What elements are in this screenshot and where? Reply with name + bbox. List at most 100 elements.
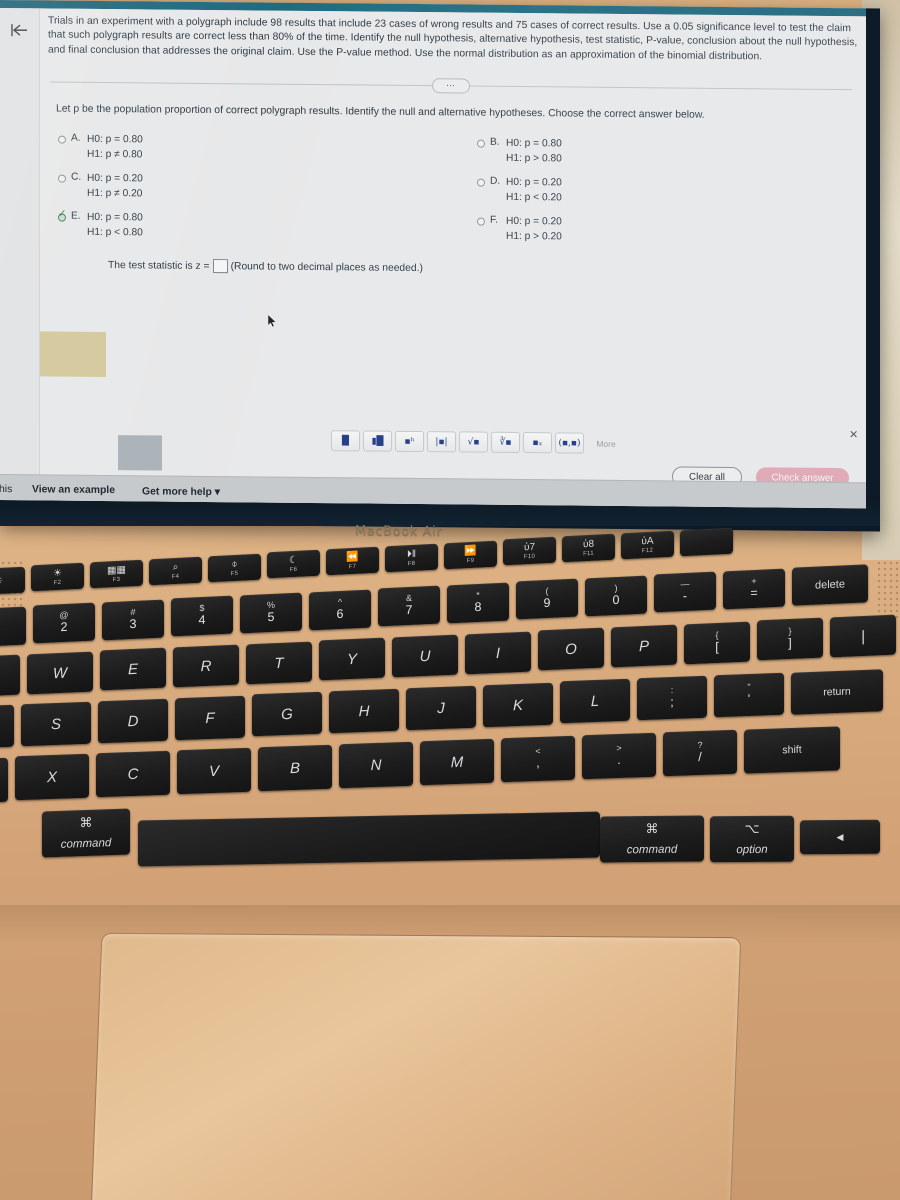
key-f12[interactable]: ὐA F12 <box>621 530 674 560</box>
nth-root-icon[interactable]: ∛▪ <box>491 431 520 453</box>
key-command-left[interactable]: ⌘ command <box>42 808 130 858</box>
key-1[interactable]: !1 <box>0 606 26 648</box>
key-[interactable]: <, <box>501 735 575 783</box>
key-s[interactable]: S <box>21 701 91 747</box>
key--[interactable]: — - <box>654 571 716 613</box>
fn-key-label: F11 <box>583 550 594 558</box>
mixed-number-icon[interactable]: ▮█ <box>363 430 392 452</box>
get-more-help-link[interactable]: Get more help ▾ <box>142 485 220 498</box>
fraction-icon[interactable]: █̸ <box>331 430 360 452</box>
choice-a[interactable]: A. H0: p = 0.80 H1: p ≠ 0.80 <box>58 133 143 163</box>
key-z[interactable]: Z <box>0 757 8 804</box>
key-delete[interactable]: delete <box>792 564 868 607</box>
radio-c[interactable] <box>58 174 66 183</box>
radio-e-selected[interactable] <box>58 213 66 222</box>
key-d[interactable]: D <box>98 698 168 744</box>
key-option-right[interactable]: ⌥ option <box>710 815 794 863</box>
key-a[interactable]: A <box>0 705 14 750</box>
key-[interactable]: ? / <box>663 729 737 777</box>
expand-dots-button[interactable]: ⋯ <box>432 78 470 94</box>
key-e[interactable]: E <box>100 648 166 691</box>
choice-b[interactable]: B. H0: p = 0.80 H1: p > 0.80 <box>477 137 562 167</box>
key-8[interactable]: * 8 <box>447 582 509 624</box>
close-icon[interactable]: ✕ <box>849 428 858 441</box>
key-space[interactable] <box>138 811 600 867</box>
absolute-value-icon[interactable]: |▪| <box>427 431 456 453</box>
key-[interactable]: {[ <box>684 621 750 664</box>
exponent-icon[interactable]: ▪ʰ <box>395 430 424 453</box>
trackpad[interactable] <box>88 932 742 1200</box>
radio-d[interactable] <box>477 178 485 187</box>
key-f6[interactable]: ☾ F6 <box>267 549 320 579</box>
choice-e[interactable]: E. H0: p = 0.80 H1: p < 0.80 <box>58 211 143 241</box>
key-primary-symbol: 0 <box>612 592 620 607</box>
key-f3[interactable]: ▦▦ F3 <box>90 559 143 589</box>
key-return[interactable]: return <box>791 669 883 715</box>
key-primary-symbol: - <box>682 589 688 604</box>
key-u[interactable]: U <box>392 634 458 678</box>
key-arrow-left[interactable]: ◀ <box>800 819 880 855</box>
key-f8[interactable]: ⏵‖ F8 <box>385 543 438 573</box>
radio-b[interactable] <box>477 139 485 148</box>
key-0[interactable]: ) 0 <box>585 575 647 617</box>
math-palette-toolbar[interactable]: █̸ ▮█ ▪ʰ |▪| √▪ ∛▪ ▪ₓ (▪,▪) More <box>331 430 625 454</box>
key-4[interactable]: $4 <box>171 596 233 637</box>
interval-icon[interactable]: (▪,▪) <box>555 432 584 454</box>
key-=[interactable]: + = <box>723 568 785 610</box>
key-fn12[interactable] <box>680 527 733 556</box>
key-o[interactable]: O <box>538 627 604 671</box>
key-f5[interactable]: ⌽ F5 <box>208 553 261 582</box>
key-n[interactable]: N <box>339 741 413 789</box>
choice-c[interactable]: C. H0: p = 0.20 H1: p ≠ 0.20 <box>58 172 143 202</box>
key-f10[interactable]: ὐ7 F10 <box>503 537 556 566</box>
square-root-icon[interactable]: √▪ <box>459 431 488 453</box>
key-f2[interactable]: ☀ F2 <box>31 562 84 592</box>
key-f9[interactable]: ⏩ F9 <box>444 540 497 569</box>
choice-d[interactable]: D. H0: p = 0.20 H1: p < 0.20 <box>477 176 562 206</box>
test-statistic-input[interactable] <box>212 259 228 274</box>
radio-a[interactable] <box>58 135 66 144</box>
choice-f[interactable]: F. H0: p = 0.20 H1: p > 0.20 <box>477 215 562 245</box>
key-3[interactable]: #3 <box>102 599 164 641</box>
key-[interactable]: | <box>830 614 896 658</box>
subscript-icon[interactable]: ▪ₓ <box>523 432 552 454</box>
key-9[interactable]: (9 <box>516 578 578 620</box>
key-2[interactable]: @2 <box>33 602 95 644</box>
key-[interactable]: >. <box>582 732 656 780</box>
key-h[interactable]: H <box>329 688 399 734</box>
key-fn0[interactable]: ☀ <box>0 566 25 595</box>
fn-key-glyph-icon: ὐ8 <box>582 538 595 551</box>
key-j[interactable]: J <box>406 685 476 731</box>
key-5[interactable]: % 5 <box>240 592 302 634</box>
key-g[interactable]: G <box>252 692 322 737</box>
key-r[interactable]: R <box>173 644 239 688</box>
view-an-example-link[interactable]: View an example <box>32 484 115 496</box>
key-[interactable]: " ' <box>714 672 784 718</box>
radio-f[interactable] <box>477 217 485 226</box>
key-v[interactable]: V <box>177 747 251 795</box>
key-shift[interactable]: shift <box>744 726 840 774</box>
key-q[interactable]: Q <box>0 654 20 698</box>
more-palette-button[interactable]: More <box>587 433 625 454</box>
key-k[interactable]: K <box>483 682 553 728</box>
back-arrow-icon[interactable] <box>8 18 32 42</box>
key-p[interactable]: P <box>611 624 677 668</box>
key-f11[interactable]: ὐ8 F11 <box>562 533 615 563</box>
key-w[interactable]: W <box>27 651 93 695</box>
key-[interactable]: :; <box>637 675 707 721</box>
key-b[interactable]: B <box>258 744 332 792</box>
key-m[interactable]: M <box>420 738 494 786</box>
key-c[interactable]: C <box>96 751 170 798</box>
key-x[interactable]: X <box>15 754 89 801</box>
key-command-right[interactable]: ⌘ command <box>600 815 704 863</box>
key-f7[interactable]: ⏪ F7 <box>326 546 379 576</box>
key-f4[interactable]: ⌕ F4 <box>149 556 202 586</box>
key-l[interactable]: L <box>560 679 630 724</box>
key-t[interactable]: T <box>246 641 312 685</box>
key-f[interactable]: F <box>175 695 245 740</box>
key-i[interactable]: I <box>465 631 531 674</box>
key-6[interactable]: ^ 6 <box>309 589 371 630</box>
key-[interactable]: }] <box>757 617 823 661</box>
key-7[interactable]: & 7 <box>378 585 440 627</box>
key-y[interactable]: Y <box>319 637 385 681</box>
